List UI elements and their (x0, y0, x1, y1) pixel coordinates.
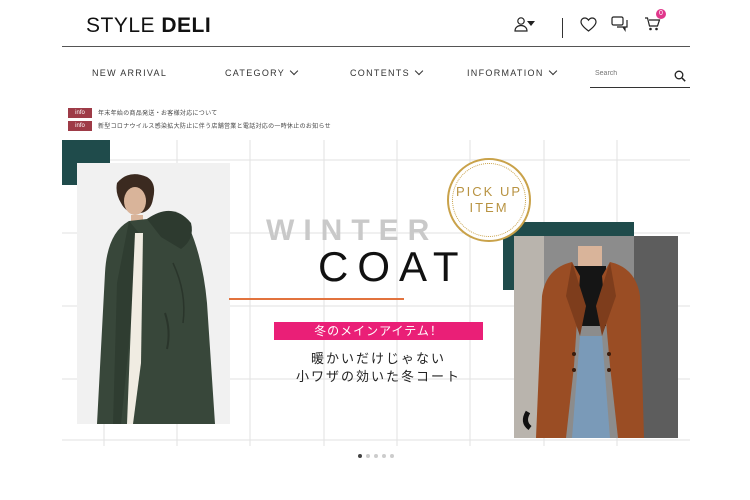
nav-label: NEW ARRIVAL (92, 68, 168, 78)
search-box (590, 66, 690, 88)
banner-copy-line1: 暖かいだけじゃない (310, 351, 446, 366)
accent-line (229, 298, 404, 300)
cart-icon[interactable]: 0 (640, 9, 666, 36)
nav-label: CONTENTS (350, 68, 410, 78)
main-nav: NEW ARRIVAL CATEGORY CONTENTS INFORMATIO… (62, 62, 690, 92)
nav-information[interactable]: INFORMATION (467, 66, 557, 78)
carousel-dots (358, 454, 394, 458)
hero-banner[interactable]: WINTER COAT PICK UP ITEM 冬のメインアイテム！ 暖かいだ… (62, 140, 690, 446)
main-item-label: 冬のメインアイテム！ (274, 322, 483, 340)
info-text: 年末年始の商品発送・お客様対応について (98, 111, 218, 117)
chevron-down-icon[interactable] (525, 12, 537, 36)
pickup-line2: ITEM (469, 200, 509, 215)
banner-copy-line2: 小ワザの効いた冬コート (295, 369, 461, 384)
info-text: 新型コロナウイルス感染拡大防止に伴う店舗営業と電話対応の一時休止のお知らせ (98, 124, 331, 130)
carousel-dot[interactable] (358, 454, 362, 458)
info-notice[interactable]: info 新型コロナウイルス感染拡大防止に伴う店舗営業と電話対応の一時休止のお知… (68, 120, 331, 131)
carousel-dot[interactable] (366, 454, 370, 458)
carousel-dot[interactable] (390, 454, 394, 458)
chat-icon[interactable] (608, 12, 632, 36)
pickup-item-badge: PICK UP ITEM (447, 158, 531, 242)
carousel-dot[interactable] (374, 454, 378, 458)
info-tag: info (68, 120, 92, 131)
banner-coat-text: COAT (318, 243, 468, 290)
info-notice[interactable]: info 年末年始の商品発送・お客様対応について (68, 107, 218, 118)
nav-label: INFORMATION (467, 68, 544, 78)
brown-coat-photo (514, 236, 678, 438)
nav-new-arrival[interactable]: NEW ARRIVAL (92, 68, 167, 78)
chevron-down-icon (289, 66, 299, 76)
search-icon[interactable] (674, 69, 686, 87)
chevron-down-icon (548, 66, 557, 76)
green-coat-photo (77, 163, 230, 424)
nav-label: CATEGORY (225, 68, 286, 78)
pickup-line1: PICK UP (455, 184, 522, 199)
cart-count-badge: 0 (656, 9, 666, 19)
carousel-dot[interactable] (382, 454, 386, 458)
chevron-down-icon (414, 66, 424, 76)
info-tag: info (68, 107, 92, 118)
header-icons: 0 (62, 9, 690, 38)
nav-category[interactable]: CATEGORY (225, 66, 299, 78)
header-divider (562, 18, 563, 38)
nav-contents[interactable]: CONTENTS (350, 66, 424, 78)
heart-icon[interactable] (576, 12, 600, 36)
site-header: STYLE DELI 0 (62, 0, 690, 47)
search-input[interactable] (593, 69, 673, 78)
